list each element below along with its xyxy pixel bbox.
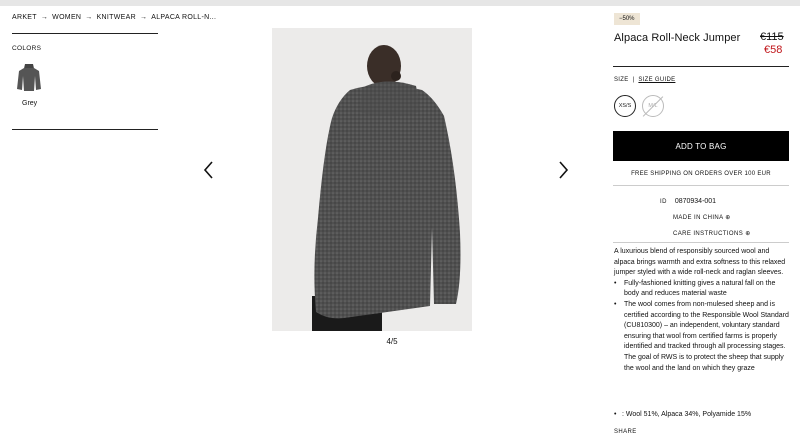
product-title: Alpaca Roll-Neck Jumper [614, 32, 741, 44]
top-bar [0, 0, 800, 6]
breadcrumb-item-knitwear[interactable]: KNITWEAR [97, 14, 136, 21]
id-value: 0870934-001 [674, 198, 717, 205]
plus-circle-icon: ⊕ [745, 231, 751, 237]
discount-badge: −50% [614, 13, 640, 25]
product-description: A luxurious blend of responsibly sourced… [614, 247, 790, 374]
image-counter: 4/5 [386, 337, 398, 346]
list-item: • The wool comes from non-mulesed sheep … [614, 300, 790, 374]
composition: • : Wool 51%, Alpaca 34%, Polyamide 15% [614, 411, 751, 418]
breadcrumb-item-women[interactable]: WOMEN [52, 14, 81, 21]
made-in-label: MADE IN CHINA [673, 215, 724, 221]
size-label: SIZE [614, 77, 629, 83]
bullet-text: Fully-fashioned knitting gives a natural… [624, 279, 776, 298]
breadcrumb-item-arket[interactable]: ARKET [12, 14, 37, 21]
chevron-right-icon[interactable] [555, 159, 571, 181]
care-instructions-link[interactable]: CARE INSTRUCTIONS ⊕ [673, 230, 751, 237]
product-image [272, 28, 472, 331]
made-in-link[interactable]: MADE IN CHINA ⊕ [673, 214, 731, 221]
divider [613, 242, 789, 243]
plus-circle-icon: ⊕ [725, 215, 731, 221]
divider [12, 129, 158, 130]
size-option-label: M/L [648, 103, 658, 109]
color-swatch-grey[interactable] [16, 62, 42, 92]
chevron-right-icon: → [40, 14, 49, 21]
composition-text: : Wool 51%, Alpaca 34%, Polyamide 15% [622, 411, 752, 418]
sale-price: €58 [764, 44, 783, 56]
care-label: CARE INSTRUCTIONS [673, 231, 744, 237]
share-link[interactable]: SHARE [614, 429, 637, 435]
breadcrumb: ARKET → WOMEN → KNITWEAR → ALPACA ROLL-N… [12, 14, 216, 21]
chevron-right-icon: → [85, 14, 93, 21]
colors-label: COLORS [12, 45, 42, 52]
bullet-icon: • [614, 300, 617, 308]
list-item: • Fully-fashioned knitting gives a natur… [614, 279, 790, 300]
article-id: ID 0870934-001 [660, 198, 716, 205]
id-label: ID [660, 199, 667, 205]
size-option-m-l[interactable]: M/L [642, 95, 664, 117]
chevron-left-icon[interactable] [201, 159, 217, 181]
size-option-xs-s[interactable]: XS/S [614, 95, 636, 117]
divider [12, 33, 158, 34]
breadcrumb-item-current: ALPACA ROLL-N... [151, 14, 217, 21]
size-row: SIZE | SIZE GUIDE [614, 77, 675, 83]
bullet-icon: • [614, 411, 617, 418]
swatch-name: Grey [22, 100, 38, 107]
add-to-bag-button[interactable]: ADD TO BAG [613, 131, 789, 161]
shipping-note: FREE SHIPPING ON ORDERS OVER 100 EUR [631, 171, 771, 177]
divider [613, 66, 789, 67]
chevron-right-icon: → [139, 14, 148, 21]
description-intro: A luxurious blend of responsibly sourced… [614, 248, 786, 277]
size-guide-link[interactable]: SIZE GUIDE [638, 77, 675, 83]
divider [613, 185, 789, 186]
bullet-icon: • [614, 279, 617, 287]
original-price: €115 [760, 31, 784, 43]
divider: | [632, 77, 635, 83]
bullet-text: The wool comes from non-mulesed sheep an… [624, 300, 789, 372]
